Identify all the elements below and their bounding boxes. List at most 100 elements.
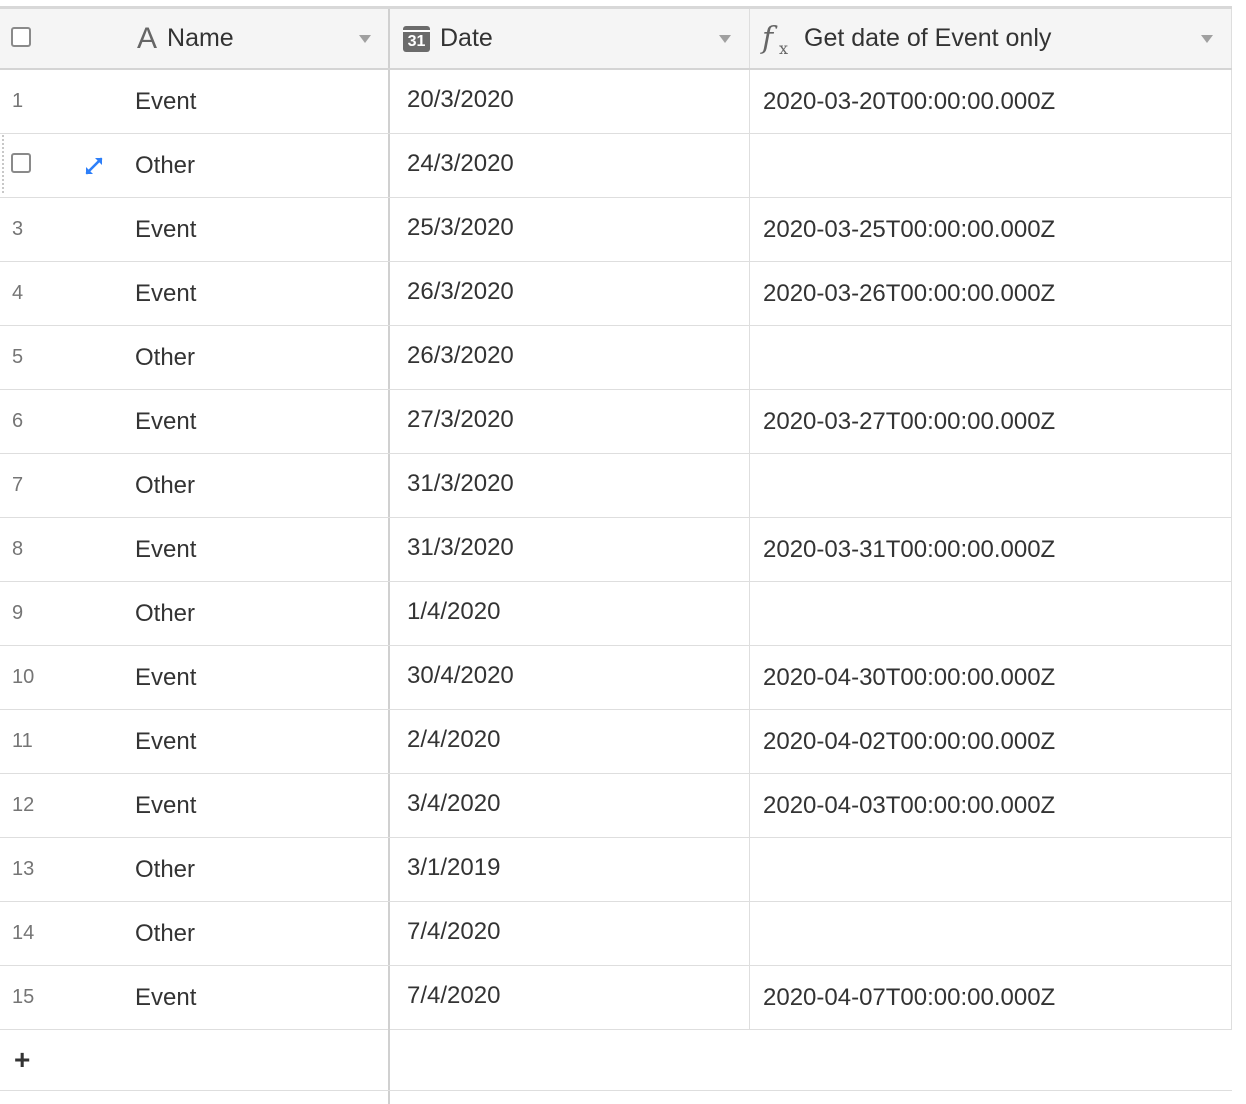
name-cell[interactable]: Other [0,134,390,197]
add-record-button[interactable]: + [14,1046,30,1074]
column-header-label: Get date of Event only [804,24,1052,52]
row-number: 8 [12,538,24,560]
formula-cell[interactable]: 2020-04-07T00:00:00.000Z [750,966,1232,1029]
date-cell[interactable]: 7/4/2020 [390,902,750,965]
date-cell[interactable]: 27/3/2020 [390,390,750,453]
formula-cell[interactable]: 2020-03-25T00:00:00.000Z [750,198,1232,261]
table-row[interactable]: 8 Event 31/3/2020 2020-03-31T00:00:00.000Z [0,518,1232,582]
date-value: 1/4/2020 [407,597,501,625]
name-value: Event [135,791,197,819]
date-cell[interactable]: 3/1/2019 [390,838,750,901]
table-row[interactable]: 10 Event 30/4/2020 2020-04-30T00:00:00.000Z [0,646,1232,710]
date-cell[interactable]: 24/3/2020 [390,134,750,197]
name-value: Other [135,471,196,499]
date-value: 30/4/2020 [407,661,514,689]
date-cell[interactable]: 26/3/2020 [390,262,750,325]
name-cell[interactable]: 9 Other [0,582,390,645]
date-value: 3/4/2020 [407,789,501,817]
table-row[interactable]: 15 Event 7/4/2020 2020-04-07T00:00:00.000Z [0,966,1232,1030]
table-row[interactable]: 5 Other 26/3/2020 [0,326,1232,390]
formula-cell[interactable]: 2020-03-20T00:00:00.000Z [750,70,1232,133]
table-row[interactable]: 4 Event 26/3/2020 2020-03-26T00:00:00.000Z [0,262,1232,326]
column-header-name[interactable]: A Name [137,9,234,68]
date-cell[interactable]: 3/4/2020 [390,774,750,837]
calendar-icon: 31 [403,25,430,52]
chevron-down-icon[interactable] [719,35,731,43]
name-cell[interactable]: 12 Event [0,774,390,837]
name-cell[interactable]: 11 Event [0,710,390,773]
column-header-label: Date [440,24,493,52]
name-cell[interactable]: 3 Event [0,198,390,261]
row-number: 5 [12,346,24,368]
formula-cell[interactable]: 2020-04-02T00:00:00.000Z [750,710,1232,773]
formula-cell[interactable]: 2020-03-27T00:00:00.000Z [750,390,1232,453]
formula-icon: fx [762,21,789,58]
formula-cell[interactable]: 2020-03-26T00:00:00.000Z [750,262,1232,325]
date-cell[interactable]: 30/4/2020 [390,646,750,709]
date-cell[interactable]: 2/4/2020 [390,710,750,773]
formula-value: 2020-03-25T00:00:00.000Z [763,215,1056,243]
date-cell[interactable]: 26/3/2020 [390,326,750,389]
table-row[interactable]: 6 Event 27/3/2020 2020-03-27T00:00:00.000Z [0,390,1232,454]
date-value: 7/4/2020 [407,981,501,1009]
formula-value: 2020-04-02T00:00:00.000Z [763,727,1056,755]
row-number: 3 [12,218,24,240]
formula-cell[interactable] [750,838,1232,901]
formula-value: 2020-03-27T00:00:00.000Z [763,407,1056,435]
row-select-checkbox[interactable] [11,153,31,173]
name-value: Event [135,87,197,115]
name-cell[interactable]: 1 Event [0,70,390,133]
table-row[interactable]: Other 24/3/2020 [0,134,1232,198]
date-cell[interactable]: 31/3/2020 [390,454,750,517]
data-grid: A Name 31 Date fx Get date of Event only… [0,0,1246,1104]
name-cell[interactable]: 10 Event [0,646,390,709]
row-number: 4 [12,282,24,304]
name-cell[interactable]: 15 Event [0,966,390,1029]
table-row[interactable]: 7 Other 31/3/2020 [0,454,1232,518]
add-record-cell[interactable]: + [0,1029,390,1090]
select-all-checkbox[interactable] [11,27,31,47]
chevron-down-icon[interactable] [359,35,371,43]
date-value: 3/1/2019 [407,853,501,881]
table-row[interactable]: 9 Other 1/4/2020 [0,582,1232,646]
column-header-formula[interactable]: fx Get date of Event only [750,9,1232,68]
name-cell[interactable]: 4 Event [0,262,390,325]
name-cell[interactable]: 6 Event [0,390,390,453]
table-row[interactable]: 11 Event 2/4/2020 2020-04-02T00:00:00.000Z [0,710,1232,774]
name-cell[interactable]: 14 Other [0,902,390,965]
row-number: 14 [12,922,35,944]
formula-cell[interactable] [750,582,1232,645]
name-cell[interactable]: 8 Event [0,518,390,581]
formula-cell[interactable] [750,326,1232,389]
formula-cell[interactable]: 2020-03-31T00:00:00.000Z [750,518,1232,581]
name-value: Other [135,343,196,371]
row-number: 7 [12,474,24,496]
date-cell[interactable]: 7/4/2020 [390,966,750,1029]
date-cell[interactable]: 20/3/2020 [390,70,750,133]
table-row[interactable]: 12 Event 3/4/2020 2020-04-03T00:00:00.000Z [0,774,1232,838]
table-row[interactable]: 14 Other 7/4/2020 [0,902,1232,966]
date-cell[interactable]: 25/3/2020 [390,198,750,261]
name-value: Event [135,535,197,563]
add-record-row[interactable]: + [0,1029,1232,1091]
date-cell[interactable]: 1/4/2020 [390,582,750,645]
table-row[interactable]: 13 Other 3/1/2019 [0,838,1232,902]
formula-cell[interactable] [750,454,1232,517]
formula-cell[interactable] [750,134,1232,197]
name-cell[interactable]: 7 Other [0,454,390,517]
date-value: 24/3/2020 [407,149,514,177]
name-value: Event [135,407,197,435]
chevron-down-icon[interactable] [1201,35,1213,43]
formula-cell[interactable]: 2020-04-30T00:00:00.000Z [750,646,1232,709]
expand-record-icon[interactable] [83,155,105,177]
table-row[interactable]: 3 Event 25/3/2020 2020-03-25T00:00:00.000Z [0,198,1232,262]
table-row[interactable]: 1 Event 20/3/2020 2020-03-20T00:00:00.000Z [0,70,1232,134]
date-cell[interactable]: 31/3/2020 [390,518,750,581]
formula-cell[interactable]: 2020-04-03T00:00:00.000Z [750,774,1232,837]
date-value: 20/3/2020 [407,85,514,113]
row-number: 1 [12,90,24,112]
name-cell[interactable]: 5 Other [0,326,390,389]
name-cell[interactable]: 13 Other [0,838,390,901]
formula-cell[interactable] [750,902,1232,965]
column-header-date[interactable]: 31 Date [390,9,750,68]
